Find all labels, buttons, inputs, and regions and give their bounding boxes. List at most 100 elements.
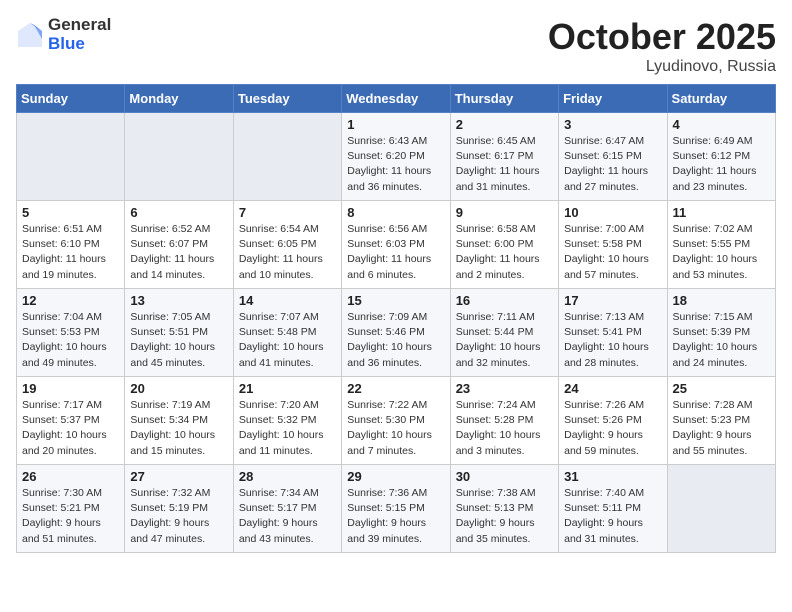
day-number: 23 xyxy=(456,381,553,396)
calendar-cell: 17 Sunrise: 7:13 AMSunset: 5:41 PMDayligh… xyxy=(559,289,667,377)
day-number: 27 xyxy=(130,469,227,484)
day-number: 24 xyxy=(564,381,661,396)
day-number: 28 xyxy=(239,469,336,484)
calendar-cell: 5 Sunrise: 6:51 AMSunset: 6:10 PMDaylight… xyxy=(17,201,125,289)
calendar-cell: 31 Sunrise: 7:40 AMSunset: 5:11 PMDayligh… xyxy=(559,465,667,553)
weekday-header-saturday: Saturday xyxy=(667,85,775,113)
calendar-cell: 9 Sunrise: 6:58 AMSunset: 6:00 PMDaylight… xyxy=(450,201,558,289)
calendar-cell: 2 Sunrise: 6:45 AMSunset: 6:17 PMDaylight… xyxy=(450,113,558,201)
day-info: Sunrise: 6:43 AMSunset: 6:20 PMDaylight:… xyxy=(347,134,444,195)
day-info: Sunrise: 6:47 AMSunset: 6:15 PMDaylight:… xyxy=(564,134,661,195)
day-info: Sunrise: 7:17 AMSunset: 5:37 PMDaylight:… xyxy=(22,398,119,459)
day-info: Sunrise: 6:58 AMSunset: 6:00 PMDaylight:… xyxy=(456,222,553,283)
day-number: 20 xyxy=(130,381,227,396)
calendar-cell: 6 Sunrise: 6:52 AMSunset: 6:07 PMDaylight… xyxy=(125,201,233,289)
day-number: 14 xyxy=(239,293,336,308)
day-number: 11 xyxy=(673,205,770,220)
calendar-week-2: 5 Sunrise: 6:51 AMSunset: 6:10 PMDaylight… xyxy=(17,201,776,289)
page-header: General Blue October 2025 Lyudinovo, Rus… xyxy=(16,16,776,76)
logo: General Blue xyxy=(16,16,111,53)
logo-blue: Blue xyxy=(48,35,111,54)
day-number: 7 xyxy=(239,205,336,220)
calendar-cell: 21 Sunrise: 7:20 AMSunset: 5:32 PMDayligh… xyxy=(233,377,341,465)
month-title: October 2025 xyxy=(548,16,776,58)
weekday-header-monday: Monday xyxy=(125,85,233,113)
day-number: 21 xyxy=(239,381,336,396)
day-info: Sunrise: 7:13 AMSunset: 5:41 PMDaylight:… xyxy=(564,310,661,371)
calendar-cell: 19 Sunrise: 7:17 AMSunset: 5:37 PMDayligh… xyxy=(17,377,125,465)
day-info: Sunrise: 7:02 AMSunset: 5:55 PMDaylight:… xyxy=(673,222,770,283)
calendar-cell: 20Sunrise: 7:19 AMSunset: 5:34 PMDayligh… xyxy=(125,377,233,465)
calendar-cell xyxy=(667,465,775,553)
day-info: Sunrise: 7:28 AMSunset: 5:23 PMDaylight:… xyxy=(673,398,770,459)
calendar-cell: 28 Sunrise: 7:34 AMSunset: 5:17 PMDayligh… xyxy=(233,465,341,553)
day-number: 16 xyxy=(456,293,553,308)
day-info: Sunrise: 6:49 AMSunset: 6:12 PMDaylight:… xyxy=(673,134,770,195)
day-info: Sunrise: 7:32 AMSunset: 5:19 PMDaylight:… xyxy=(130,486,227,547)
day-number: 15 xyxy=(347,293,444,308)
day-number: 9 xyxy=(456,205,553,220)
day-number: 18 xyxy=(673,293,770,308)
calendar-cell: 30 Sunrise: 7:38 AMSunset: 5:13 PMDayligh… xyxy=(450,465,558,553)
day-number: 25 xyxy=(673,381,770,396)
calendar-cell: 11 Sunrise: 7:02 AMSunset: 5:55 PMDayligh… xyxy=(667,201,775,289)
day-number: 8 xyxy=(347,205,444,220)
day-info: Sunrise: 6:51 AMSunset: 6:10 PMDaylight:… xyxy=(22,222,119,283)
day-info: Sunrise: 7:26 AMSunset: 5:26 PMDaylight:… xyxy=(564,398,661,459)
day-info: Sunrise: 7:24 AMSunset: 5:28 PMDaylight:… xyxy=(456,398,553,459)
day-info: Sunrise: 7:15 AMSunset: 5:39 PMDaylight:… xyxy=(673,310,770,371)
day-number: 5 xyxy=(22,205,119,220)
day-info: Sunrise: 7:09 AMSunset: 5:46 PMDaylight:… xyxy=(347,310,444,371)
calendar-cell: 18 Sunrise: 7:15 AMSunset: 5:39 PMDayligh… xyxy=(667,289,775,377)
title-block: October 2025 Lyudinovo, Russia xyxy=(548,16,776,76)
calendar-table: SundayMondayTuesdayWednesdayThursdayFrid… xyxy=(16,84,776,553)
day-info: Sunrise: 6:52 AMSunset: 6:07 PMDaylight:… xyxy=(130,222,227,283)
day-number: 10 xyxy=(564,205,661,220)
day-info: Sunrise: 7:07 AMSunset: 5:48 PMDaylight:… xyxy=(239,310,336,371)
day-info: Sunrise: 7:22 AMSunset: 5:30 PMDaylight:… xyxy=(347,398,444,459)
logo-icon xyxy=(16,21,44,49)
day-info: Sunrise: 7:38 AMSunset: 5:13 PMDaylight:… xyxy=(456,486,553,547)
calendar-cell: 13Sunrise: 7:05 AMSunset: 5:51 PMDayligh… xyxy=(125,289,233,377)
day-info: Sunrise: 6:54 AMSunset: 6:05 PMDaylight:… xyxy=(239,222,336,283)
calendar-cell xyxy=(125,113,233,201)
calendar-cell: 10 Sunrise: 7:00 AMSunset: 5:58 PMDayligh… xyxy=(559,201,667,289)
weekday-header-wednesday: Wednesday xyxy=(342,85,450,113)
calendar-cell: 1Sunrise: 6:43 AMSunset: 6:20 PMDaylight… xyxy=(342,113,450,201)
calendar-cell: 26Sunrise: 7:30 AMSunset: 5:21 PMDayligh… xyxy=(17,465,125,553)
day-info: Sunrise: 7:00 AMSunset: 5:58 PMDaylight:… xyxy=(564,222,661,283)
day-info: Sunrise: 7:20 AMSunset: 5:32 PMDaylight:… xyxy=(239,398,336,459)
day-number: 13 xyxy=(130,293,227,308)
day-number: 30 xyxy=(456,469,553,484)
calendar-week-1: 1Sunrise: 6:43 AMSunset: 6:20 PMDaylight… xyxy=(17,113,776,201)
day-number: 3 xyxy=(564,117,661,132)
calendar-cell: 29Sunrise: 7:36 AMSunset: 5:15 PMDayligh… xyxy=(342,465,450,553)
calendar-cell: 15 Sunrise: 7:09 AMSunset: 5:46 PMDayligh… xyxy=(342,289,450,377)
calendar-cell xyxy=(17,113,125,201)
weekday-header-sunday: Sunday xyxy=(17,85,125,113)
calendar-week-3: 12Sunrise: 7:04 AMSunset: 5:53 PMDayligh… xyxy=(17,289,776,377)
calendar-cell: 23 Sunrise: 7:24 AMSunset: 5:28 PMDayligh… xyxy=(450,377,558,465)
weekday-header-friday: Friday xyxy=(559,85,667,113)
weekday-header-thursday: Thursday xyxy=(450,85,558,113)
day-number: 17 xyxy=(564,293,661,308)
day-number: 2 xyxy=(456,117,553,132)
location: Lyudinovo, Russia xyxy=(548,58,776,76)
calendar-cell: 27 Sunrise: 7:32 AMSunset: 5:19 PMDayligh… xyxy=(125,465,233,553)
day-info: Sunrise: 6:45 AMSunset: 6:17 PMDaylight:… xyxy=(456,134,553,195)
day-number: 31 xyxy=(564,469,661,484)
logo-general: General xyxy=(48,16,111,35)
calendar-cell: 14 Sunrise: 7:07 AMSunset: 5:48 PMDayligh… xyxy=(233,289,341,377)
day-info: Sunrise: 7:34 AMSunset: 5:17 PMDaylight:… xyxy=(239,486,336,547)
calendar-cell: 8Sunrise: 6:56 AMSunset: 6:03 PMDaylight… xyxy=(342,201,450,289)
calendar-cell: 4Sunrise: 6:49 AMSunset: 6:12 PMDaylight… xyxy=(667,113,775,201)
day-number: 6 xyxy=(130,205,227,220)
day-number: 19 xyxy=(22,381,119,396)
calendar-cell: 7 Sunrise: 6:54 AMSunset: 6:05 PMDaylight… xyxy=(233,201,341,289)
calendar-cell: 12Sunrise: 7:04 AMSunset: 5:53 PMDayligh… xyxy=(17,289,125,377)
calendar-cell: 24 Sunrise: 7:26 AMSunset: 5:26 PMDayligh… xyxy=(559,377,667,465)
calendar-cell: 3 Sunrise: 6:47 AMSunset: 6:15 PMDaylight… xyxy=(559,113,667,201)
day-number: 29 xyxy=(347,469,444,484)
weekday-header-tuesday: Tuesday xyxy=(233,85,341,113)
day-info: Sunrise: 7:40 AMSunset: 5:11 PMDaylight:… xyxy=(564,486,661,547)
